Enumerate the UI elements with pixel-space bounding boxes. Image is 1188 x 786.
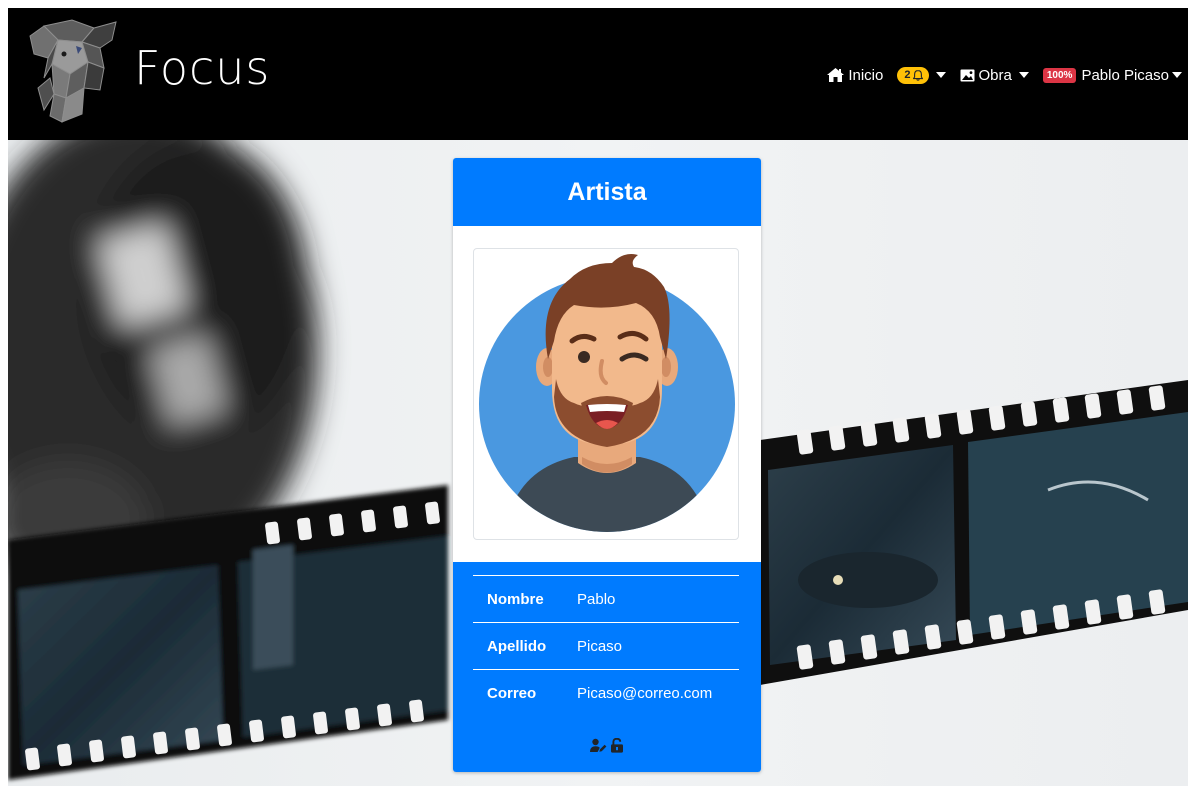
info-value: Picaso@correo.com xyxy=(577,684,713,702)
nav-obra-label: Obra xyxy=(978,66,1012,84)
home-icon xyxy=(827,68,845,82)
artist-info-table: Nombre Pablo Apellido Picaso Correo Pica… xyxy=(473,575,739,717)
info-label: Nombre xyxy=(487,590,544,608)
caret-down-icon xyxy=(1018,72,1029,78)
nav-notifications-dropdown[interactable]: 2 xyxy=(897,66,946,84)
nav-obra-dropdown[interactable]: Obra xyxy=(960,67,1029,84)
viewport: Focus Inicio 2 Obra 100% Pablo Picaso Ar… xyxy=(0,0,1188,786)
navbar: Focus Inicio 2 Obra 100% Pablo Picaso xyxy=(8,8,1188,140)
card-actions xyxy=(453,738,761,753)
info-row-nombre: Nombre Pablo xyxy=(473,575,739,623)
nav-user-dropdown[interactable]: 100% Pablo Picaso xyxy=(1042,66,1182,84)
info-label: Correo xyxy=(487,684,537,702)
notifications-count: 2 xyxy=(904,69,911,81)
avatar-illustration xyxy=(479,254,735,532)
artist-card: Artista Nombre Pablo Apellido Picaso Cor… xyxy=(453,158,761,772)
elephant-logo-icon[interactable] xyxy=(24,18,120,132)
nav-menu: Inicio 2 Obra 100% Pablo Picaso xyxy=(815,62,1182,88)
card-title: Artista xyxy=(453,158,761,226)
avatar xyxy=(473,248,739,540)
caret-down-icon xyxy=(1172,72,1182,78)
notifications-badge[interactable]: 2 xyxy=(897,66,929,84)
info-row-apellido: Apellido Picaso xyxy=(473,622,739,670)
image-icon xyxy=(960,69,974,81)
brand-name[interactable]: Focus xyxy=(134,38,270,98)
info-row-correo: Correo Picaso@correo.com xyxy=(473,669,739,717)
artist-info-panel: Nombre Pablo Apellido Picaso Correo Pica… xyxy=(453,562,761,772)
unlock-icon[interactable] xyxy=(610,738,624,753)
nav-home-label: Inicio xyxy=(848,66,884,84)
nav-user-name: Pablo Picaso xyxy=(1081,66,1169,84)
bell-icon xyxy=(912,69,923,81)
info-value: Picaso xyxy=(577,637,623,655)
info-value: Pablo xyxy=(577,590,616,608)
nav-home-link[interactable]: Inicio xyxy=(827,67,883,84)
info-label: Apellido xyxy=(487,637,547,655)
profile-completion-badge: 100% xyxy=(1042,67,1077,83)
caret-down-icon xyxy=(935,72,946,78)
user-edit-icon[interactable] xyxy=(590,738,607,753)
